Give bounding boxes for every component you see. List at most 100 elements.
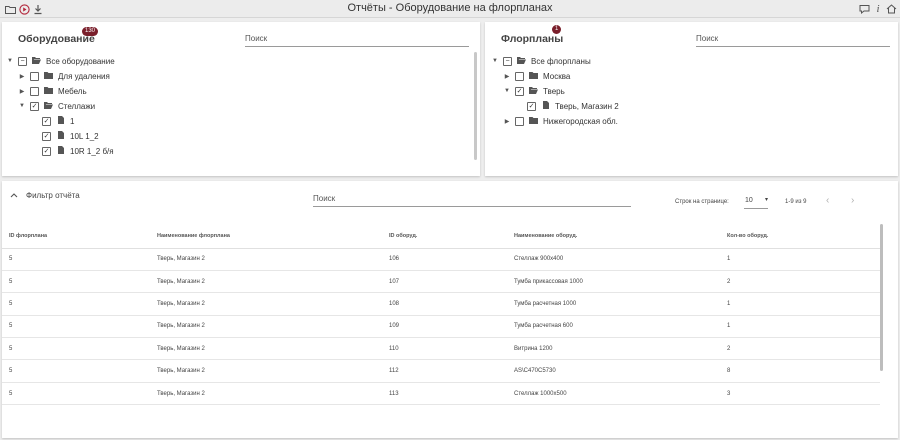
report-filter-toggle[interactable]: Фильтр отчёта: [10, 191, 80, 200]
tree-node-label: Нижегородская обл.: [543, 116, 618, 126]
caret-right-icon[interactable]: ▶: [503, 73, 511, 80]
tree-node[interactable]: ▶ Нижегородская обл.: [503, 114, 618, 128]
checkbox-checked[interactable]: ✓: [42, 116, 51, 126]
table-row[interactable]: 5 Тверь, Магазин 2 108 Тумба расчетная 1000…: [2, 292, 880, 316]
equipment-scrollbar[interactable]: [474, 52, 477, 160]
tree-node-label: Мебель: [58, 86, 87, 96]
window-title: Отчёты - Оборудование на флорпланах: [347, 2, 553, 14]
table-row[interactable]: 5 Тверь, Магазин 2 113 Стеллаж 1000х500 3: [2, 382, 880, 406]
column-header[interactable]: Наименование флорплана: [150, 224, 382, 249]
caret-down-icon[interactable]: ▼: [491, 58, 499, 64]
checkbox-checked[interactable]: ✓: [515, 86, 524, 96]
table-row[interactable]: 5 Тверь, Магазин 2 107 Тумба прикассовая 10…: [2, 270, 880, 294]
report-table: ID флорплана Наименование флорплана ID о…: [2, 224, 880, 406]
folder-icon: [529, 71, 538, 81]
report-search-input[interactable]: Поиск: [313, 191, 631, 207]
file-icon: [541, 101, 550, 111]
checkbox-partial[interactable]: −: [18, 56, 27, 66]
table-cell: Тумба прикассовая 1000: [507, 270, 720, 294]
column-header[interactable]: ID оборуд.: [382, 224, 507, 249]
tree-node[interactable]: ✓ 10R 1_2 б/я: [30, 144, 114, 158]
home-icon[interactable]: [884, 2, 898, 16]
rows-per-page-select[interactable]: 10 ▾: [744, 195, 768, 209]
caret-down-icon[interactable]: ▼: [6, 58, 14, 64]
tree-node[interactable]: ✓ 1: [30, 114, 74, 128]
table-row[interactable]: 5 Тверь, Магазин 2 109 Тумба расчетная 600 1: [2, 315, 880, 339]
next-page-button[interactable]: ›: [851, 195, 854, 206]
floorplans-title: Флорпланы: [501, 33, 564, 45]
checkbox-checked[interactable]: ✓: [30, 101, 39, 111]
report-scrollbar[interactable]: [880, 224, 883, 371]
checkbox-unchecked[interactable]: [30, 71, 39, 81]
folder-open-icon: [31, 56, 41, 66]
report-table-body: 5 Тверь, Магазин 2 106 Стеллаж 900х400 1 5 Тве…: [2, 248, 880, 406]
table-cell: 5: [2, 359, 150, 383]
floorplans-search-input[interactable]: Поиск: [696, 31, 890, 47]
tree-node-label: Москва: [543, 71, 571, 81]
file-icon: [56, 131, 65, 141]
tree-node-label: Для удаления: [58, 71, 110, 81]
table-cell: 5: [2, 270, 150, 294]
checkbox-partial[interactable]: −: [503, 56, 512, 66]
table-cell: 8: [720, 359, 880, 383]
table-cell: 2: [720, 337, 880, 361]
tree-node[interactable]: ▶ Москва: [503, 69, 570, 83]
tree-node[interactable]: ▼ ✓ Тверь: [503, 84, 565, 98]
caret-down-icon[interactable]: ▼: [18, 103, 26, 109]
table-cell: 5: [2, 248, 150, 271]
folder-open-icon: [516, 56, 526, 66]
table-cell: 112: [382, 359, 507, 383]
table-cell: 109: [382, 315, 507, 339]
table-cell: Тумба расчетная 1000: [507, 292, 720, 316]
tree-node-label: Стеллажи: [58, 101, 96, 111]
table-cell: Тумба расчетная 600: [507, 315, 720, 339]
checkbox-checked[interactable]: ✓: [42, 146, 51, 156]
chat-icon[interactable]: [857, 2, 871, 16]
table-row[interactable]: 5 Тверь, Магазин 2 112 AS\C470C5730 8: [2, 359, 880, 383]
folder-icon: [44, 71, 53, 81]
checkbox-checked[interactable]: ✓: [527, 101, 536, 111]
floorplans-panel: Флорпланы 1 Поиск ▼ − Все флорпланы ▶ Москва…: [485, 22, 898, 176]
pagination-range: 1-9 из 9: [785, 199, 807, 205]
table-cell: 5: [2, 337, 150, 361]
table-cell: 113: [382, 382, 507, 406]
tree-node[interactable]: ▶ Мебель: [18, 84, 87, 98]
table-cell: 1: [720, 315, 880, 339]
caret-right-icon[interactable]: ▶: [503, 118, 511, 125]
table-cell: Тверь, Магазин 2: [150, 270, 382, 294]
report-filter-label: Фильтр отчёта: [26, 191, 80, 200]
caret-right-icon[interactable]: ▶: [18, 88, 26, 95]
checkbox-unchecked[interactable]: [515, 116, 524, 126]
tree-node[interactable]: ▼ − Все флорпланы: [491, 54, 591, 68]
checkbox-unchecked[interactable]: [515, 71, 524, 81]
tree-node[interactable]: ▼ ✓ Стеллажи: [18, 99, 95, 113]
table-cell: 2: [720, 270, 880, 294]
table-cell: 110: [382, 337, 507, 361]
equipment-count-badge: 130: [82, 27, 99, 36]
folder-icon: [44, 86, 53, 96]
table-cell: 108: [382, 292, 507, 316]
info-icon[interactable]: i: [871, 2, 885, 16]
table-row[interactable]: 5 Тверь, Магазин 2 106 Стеллаж 900х400 1: [2, 248, 880, 271]
equipment-search-input[interactable]: Поиск: [245, 31, 469, 47]
checkbox-unchecked[interactable]: [30, 86, 39, 96]
folder-open-icon: [528, 86, 538, 96]
caret-down-icon[interactable]: ▼: [503, 88, 511, 94]
table-cell: Витрина 1200: [507, 337, 720, 361]
column-header[interactable]: ID флорплана: [2, 224, 150, 249]
table-row[interactable]: 5 Тверь, Магазин 2 110 Витрина 1200 2: [2, 337, 880, 361]
tree-node[interactable]: ✓ 10L 1_2: [30, 129, 99, 143]
tree-node[interactable]: ▼ − Все оборудование: [6, 54, 115, 68]
rows-per-page-value: 10: [745, 197, 753, 204]
tree-node[interactable]: ▶ Для удаления: [18, 69, 110, 83]
column-header[interactable]: Наименование оборуд.: [507, 224, 720, 249]
table-cell: Стеллаж 1000х500: [507, 382, 720, 406]
tree-node[interactable]: ✓ Тверь, Магазин 2: [515, 99, 619, 113]
checkbox-checked[interactable]: ✓: [42, 131, 51, 141]
column-header[interactable]: Кол-во оборуд.: [720, 224, 880, 249]
title-bar: Отчёты - Оборудование на флорпланах i: [0, 0, 900, 18]
previous-page-button[interactable]: ‹: [826, 195, 829, 206]
table-cell: 5: [2, 382, 150, 406]
caret-right-icon[interactable]: ▶: [18, 73, 26, 80]
table-cell: 5: [2, 315, 150, 339]
